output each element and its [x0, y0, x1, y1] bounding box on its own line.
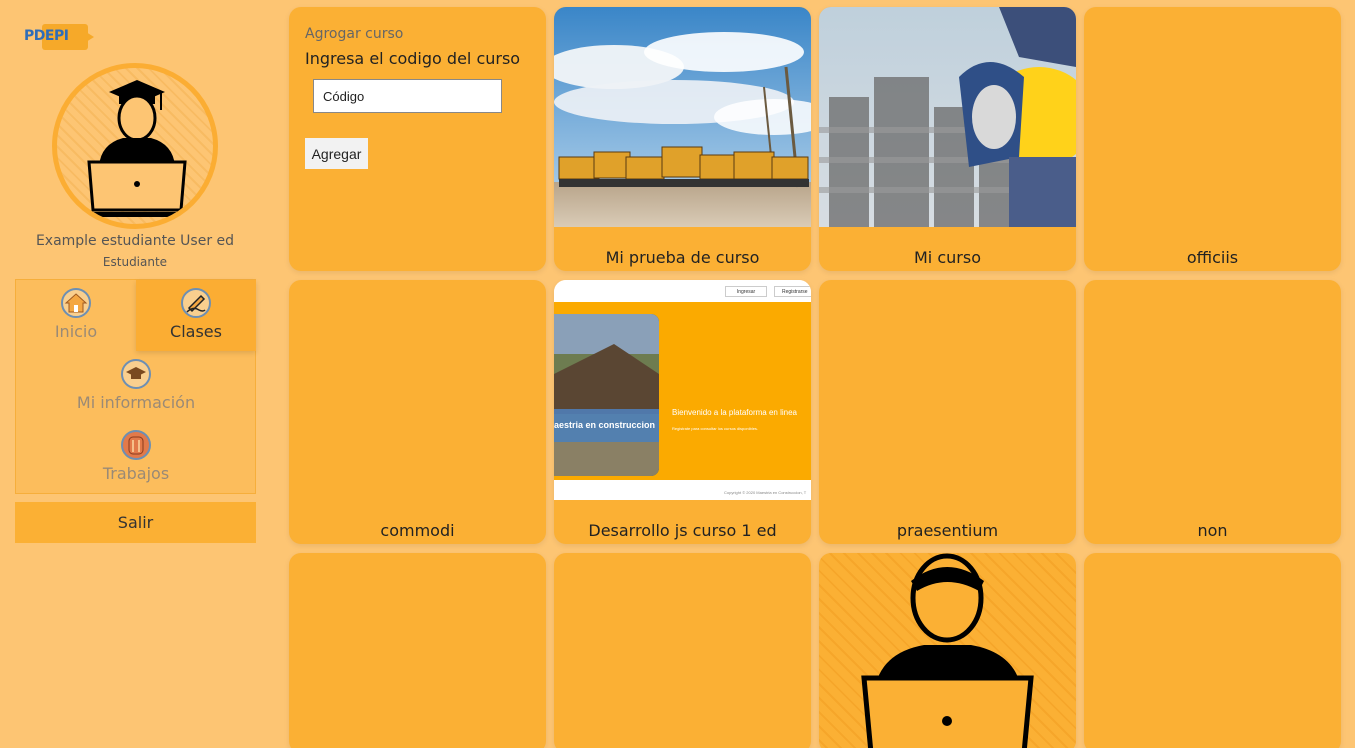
user-name: Example estudiante User ed [35, 233, 235, 249]
course-image-platform-preview: Ingresar Registrarse aestria en construc… [554, 280, 811, 500]
course-card[interactable]: praesentium [819, 280, 1076, 544]
sidebar-item-label: Mi información [76, 393, 196, 412]
pencil-icon [181, 288, 211, 318]
course-card[interactable]: Mi curso [819, 7, 1076, 271]
backpack-icon [121, 430, 151, 460]
sidebar-item-trabajos[interactable]: Trabajos [16, 430, 256, 490]
course-code-input[interactable] [313, 79, 502, 113]
sidebar-item-mi-informacion[interactable]: Mi información [16, 359, 256, 419]
course-card[interactable] [554, 553, 811, 748]
add-course-title: Agrogar curso [305, 26, 404, 42]
add-course-button[interactable]: Agregar [305, 138, 368, 169]
course-image-construction-machinery [554, 7, 811, 227]
course-title: non [1197, 521, 1228, 540]
course-title: officiis [1186, 248, 1239, 267]
add-course-card: Agrogar curso Ingresa el codigo del curs… [289, 7, 546, 271]
course-card[interactable]: Mi prueba de curso [554, 7, 811, 271]
student-avatar-icon [861, 553, 1034, 748]
preview-register-button: Registrarse [774, 286, 811, 297]
graduation-cap-icon [121, 359, 151, 389]
course-card[interactable] [289, 553, 546, 748]
sidebar-menu: Inicio Clases Mi información Trabajos [15, 279, 256, 494]
sidebar: PDEPI Example estudiante User ed Estudia… [0, 0, 270, 748]
course-title: commodi [380, 521, 455, 540]
preview-welcome: Bienvenido a la plataforma en linea [672, 408, 797, 417]
course-title: Mi prueba de curso [605, 248, 760, 267]
course-card[interactable]: officiis [1084, 7, 1341, 271]
course-title: Desarrollo js curso 1 ed [588, 521, 777, 540]
add-course-subtitle: Ingresa el codigo del curso [305, 49, 521, 68]
preview-login-button: Ingresar [725, 286, 767, 297]
logout-button[interactable]: Salir [15, 502, 256, 543]
course-image-construction-worker [819, 7, 1076, 227]
sidebar-item-label: Inicio [54, 322, 98, 341]
logo-text: PDEPI [24, 28, 69, 44]
preview-card-caption: aestria en construccion [554, 420, 656, 430]
course-card[interactable]: commodi [289, 280, 546, 544]
preview-footer: Copyright © 2020 Maestria en Construccio… [724, 490, 807, 495]
course-card[interactable]: Ingresar Registrarse aestria en construc… [554, 280, 811, 544]
course-card[interactable] [819, 553, 1076, 748]
avatar [52, 63, 218, 229]
course-card[interactable]: non [1084, 280, 1341, 544]
home-icon [61, 288, 91, 318]
sidebar-item-label: Trabajos [102, 464, 170, 483]
course-card[interactable] [1084, 553, 1341, 748]
sidebar-item-clases[interactable]: Clases [136, 280, 256, 351]
sidebar-item-label: Clases [170, 322, 222, 341]
course-title: praesentium [896, 521, 999, 540]
preview-subtitle: Registrate para consultar los cursos dis… [672, 426, 759, 431]
course-title: Mi curso [914, 248, 981, 267]
user-role: Estudiante [102, 255, 168, 269]
app-logo[interactable]: PDEPI [22, 22, 94, 54]
sidebar-item-inicio[interactable]: Inicio [16, 280, 136, 351]
